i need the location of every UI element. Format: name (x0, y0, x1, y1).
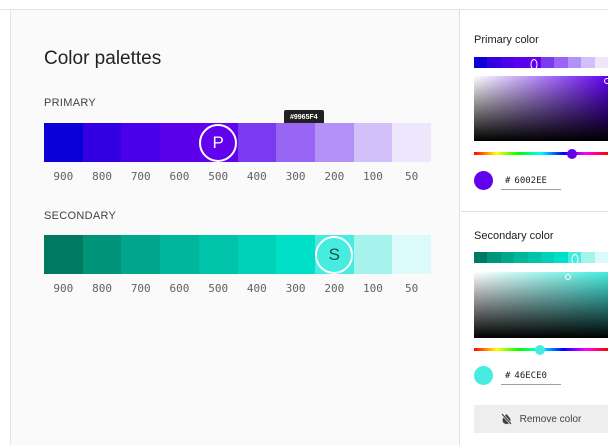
primary-mini-swatch[interactable] (514, 57, 528, 68)
secondary-saturation-handle[interactable] (564, 273, 571, 280)
secondary-color-title: Secondary color (474, 230, 554, 242)
primary-mini-swatch[interactable] (594, 57, 608, 68)
hex-prefix: # (505, 370, 511, 381)
secondary-mini-swatch[interactable] (474, 252, 488, 263)
primary-swatch-300[interactable] (276, 123, 315, 162)
secondary-mini-swatch[interactable] (554, 252, 568, 263)
secondary-mini-marker (571, 254, 579, 265)
primary-weight-label: 200 (324, 170, 345, 183)
primary-swatch-700[interactable] (121, 123, 161, 162)
primary-weight-label: 700 (130, 170, 151, 183)
secondary-mini-swatch[interactable] (581, 252, 595, 263)
secondary-swatch-300[interactable] (276, 235, 315, 274)
primary-mini-swatch[interactable] (541, 57, 555, 68)
secondary-swatch-800[interactable] (82, 235, 122, 274)
primary-swatch-200[interactable] (314, 123, 354, 162)
panel-divider (461, 211, 608, 212)
secondary-weight-label: 700 (130, 282, 151, 295)
secondary-hue-handle[interactable] (534, 344, 545, 355)
secondary-color-chip (474, 366, 493, 385)
primary-swatch-100[interactable] (353, 123, 393, 162)
color-picker-panel: Primary color # 6002EE Secondary color #… (461, 10, 608, 445)
secondary-swatch-400[interactable] (237, 235, 277, 274)
primary-weight-label: 800 (92, 170, 112, 183)
secondary-saturation-area[interactable] (474, 272, 608, 338)
primary-swatch-800[interactable] (82, 123, 122, 162)
hex-prefix: # (505, 175, 511, 186)
secondary-section-label: SECONDARY (44, 210, 117, 222)
secondary-mini-swatch[interactable] (514, 252, 528, 263)
secondary-hue-slider[interactable] (474, 344, 608, 355)
primary-mini-swatch[interactable] (567, 57, 582, 68)
secondary-hex-value: 46ECE0 (514, 370, 547, 381)
secondary-weight-label: 900 (53, 282, 74, 295)
primary-swatch-row: P (44, 123, 432, 162)
primary-mini-marker (530, 59, 538, 70)
secondary-mini-swatch[interactable] (500, 252, 515, 263)
secondary-weight-label: 200 (324, 282, 345, 295)
primary-hex-input[interactable]: # 6002EE (501, 172, 561, 190)
secondary-hex-input[interactable]: # 46ECE0 (501, 367, 561, 385)
primary-swatch-900[interactable] (44, 123, 83, 162)
secondary-swatch-100[interactable] (353, 235, 393, 274)
secondary-mini-swatch[interactable] (567, 252, 582, 265)
remove-color-label: Remove color (519, 413, 582, 425)
primary-hue-handle[interactable] (566, 148, 577, 159)
primary-marker: P (199, 123, 238, 162)
primary-color-title: Primary color (474, 34, 539, 46)
secondary-swatch-row: S (44, 235, 432, 274)
secondary-weight-label: 400 (246, 282, 267, 295)
secondary-swatch-900[interactable] (44, 235, 83, 274)
primary-weight-label: 50 (405, 170, 419, 183)
primary-swatch-600[interactable] (160, 123, 199, 162)
secondary-weight-label: 600 (169, 282, 190, 295)
primary-swatch-50[interactable] (392, 123, 432, 162)
secondary-mini-swatches[interactable] (474, 252, 608, 265)
primary-mini-swatch[interactable] (487, 57, 501, 68)
top-border (0, 0, 608, 10)
primary-saturation-handle[interactable] (603, 77, 608, 84)
secondary-weight-label: 800 (92, 282, 112, 295)
page-title: Color palettes (44, 48, 162, 69)
primary-mini-swatch[interactable] (527, 57, 542, 70)
remove-color-button[interactable]: Remove color (474, 405, 608, 433)
primary-hue-slider[interactable] (474, 148, 608, 159)
primary-mini-swatch[interactable] (500, 57, 515, 68)
primary-mini-swatch[interactable] (581, 57, 595, 68)
secondary-swatch-200[interactable]: S (314, 235, 354, 274)
invert-colors-off-icon (500, 413, 512, 425)
secondary-swatch-50[interactable] (392, 235, 432, 274)
primary-color-chip (474, 171, 493, 190)
primary-saturation-area[interactable] (474, 76, 608, 141)
primary-mini-swatch[interactable] (474, 57, 488, 68)
primary-weight-label: 300 (285, 170, 306, 183)
secondary-mini-swatch[interactable] (527, 252, 542, 263)
primary-weight-label: 600 (169, 170, 190, 183)
primary-section-label: PRIMARY (44, 97, 97, 109)
secondary-weight-label: 300 (285, 282, 306, 295)
primary-weight-label: 500 (208, 170, 229, 183)
secondary-weight-label: 100 (363, 282, 383, 295)
primary-weight-label: 400 (246, 170, 267, 183)
secondary-mini-swatch[interactable] (487, 252, 501, 263)
secondary-weight-labels: 900 800 700 600 500 400 300 200 100 50 (44, 282, 431, 295)
secondary-marker: S (315, 235, 354, 274)
palette-editor: Color palettes PRIMARY #9965F4 P 900 800 7… (10, 10, 460, 445)
primary-mini-swatches[interactable] (474, 57, 608, 70)
primary-weight-labels: 900 800 700 600 500 400 300 200 100 50 (44, 170, 431, 183)
secondary-mini-swatch[interactable] (594, 252, 608, 263)
secondary-swatch-500[interactable] (198, 235, 238, 274)
primary-swatch-500[interactable]: P (198, 123, 238, 162)
primary-weight-label: 100 (363, 170, 383, 183)
primary-mini-swatch[interactable] (554, 57, 568, 68)
secondary-weight-label: 50 (405, 282, 419, 295)
secondary-mini-swatch[interactable] (541, 252, 555, 263)
primary-weight-label: 900 (53, 170, 74, 183)
primary-swatch-400[interactable] (237, 123, 277, 162)
secondary-swatch-600[interactable] (160, 235, 199, 274)
secondary-swatch-700[interactable] (121, 235, 161, 274)
primary-hex-value: 6002EE (514, 175, 547, 186)
secondary-weight-label: 500 (208, 282, 229, 295)
